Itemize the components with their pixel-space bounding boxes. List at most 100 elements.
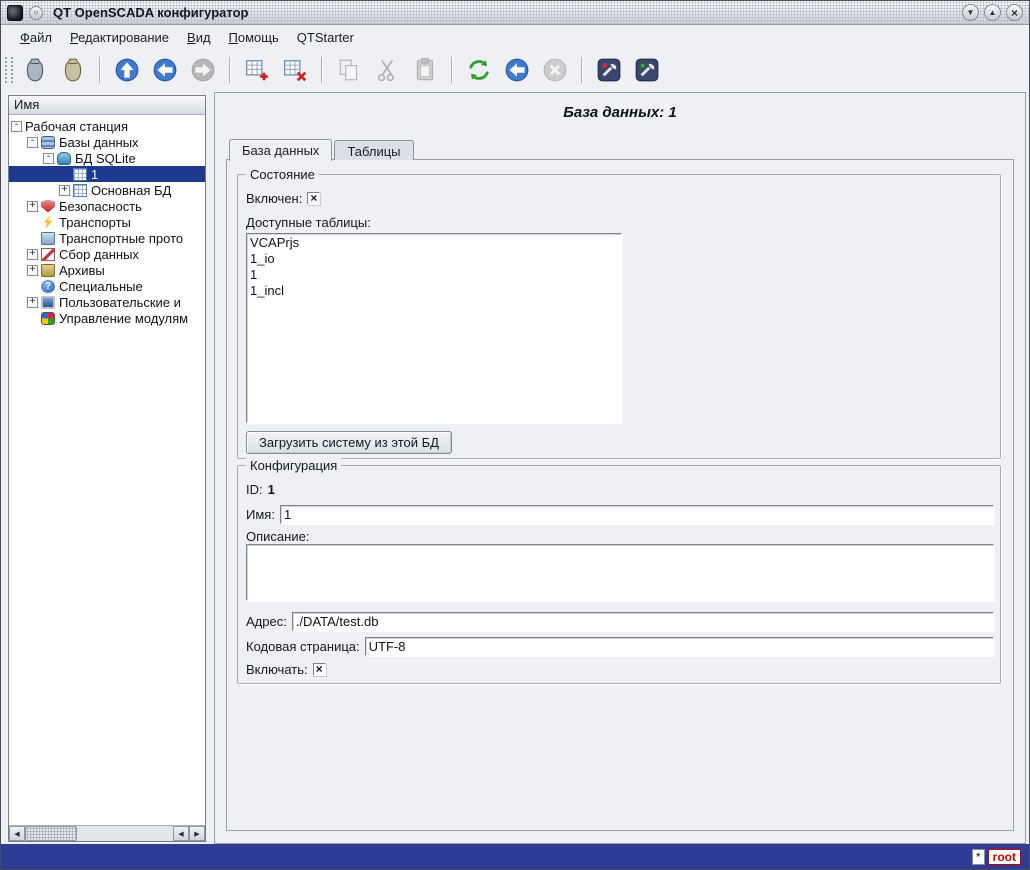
- tree-item-workstation[interactable]: Рабочая станция: [9, 118, 205, 134]
- tables-label: Доступные таблицы:: [246, 215, 371, 230]
- status-bar: * root: [1, 844, 1029, 869]
- address-input[interactable]: [292, 612, 994, 631]
- tree-item-daq[interactable]: Сбор данных: [9, 246, 205, 262]
- enable-label: Включать:: [246, 662, 308, 677]
- application-window: ○ QT OpenSCADA конфигуратор ▼ ▲ × Файл Р…: [0, 0, 1030, 870]
- horizontal-scrollbar[interactable]: ◀ ◀ ▶: [9, 825, 205, 841]
- load-from-db-icon[interactable]: [16, 52, 54, 88]
- modified-indicator: *: [972, 849, 985, 865]
- list-item[interactable]: 1_io: [247, 251, 621, 267]
- config-groupbox: Конфигурация ID: 1 Имя: Описание: Адрес:: [237, 465, 1001, 684]
- menu-help[interactable]: Помощь: [220, 27, 288, 48]
- scrollbar-thumb[interactable]: [25, 826, 77, 841]
- tree-item-transports[interactable]: Транспорты: [9, 214, 205, 230]
- forward-icon[interactable]: [184, 52, 222, 88]
- enabled-label: Включен:: [246, 191, 302, 206]
- start-updating-icon[interactable]: [498, 52, 536, 88]
- daq-icon: [41, 248, 55, 261]
- title-bar[interactable]: ○ QT OpenSCADA конфигуратор ▼ ▲ ×: [1, 1, 1029, 25]
- databases-icon: [41, 136, 55, 149]
- list-item[interactable]: 1: [247, 267, 621, 283]
- tree-item-security[interactable]: Безопасность: [9, 198, 205, 214]
- toolbar-separator: [229, 57, 231, 83]
- expander-plus-icon[interactable]: [27, 201, 38, 212]
- manual-request-icon[interactable]: [590, 52, 628, 88]
- expander-plus-icon[interactable]: [27, 265, 38, 276]
- state-group-title: Состояние: [246, 167, 319, 182]
- tree-view: Рабочая станция Базы данных БД SQLite 1: [9, 115, 205, 825]
- delete-item-icon[interactable]: [276, 52, 314, 88]
- description-label: Описание:: [246, 529, 309, 544]
- tree-item-protocols[interactable]: Транспортные прото: [9, 230, 205, 246]
- config-group-title: Конфигурация: [246, 458, 341, 473]
- tree-item-specials[interactable]: Специальные: [9, 278, 205, 294]
- tree-item-modules[interactable]: Управление модулям: [9, 310, 205, 326]
- scroll-left-icon[interactable]: ◀: [173, 826, 189, 841]
- add-item-icon[interactable]: [238, 52, 276, 88]
- load-system-button[interactable]: Загрузить систему из этой БД: [246, 431, 452, 454]
- expander-minus-icon[interactable]: [11, 121, 22, 132]
- close-icon[interactable]: ×: [1006, 4, 1023, 21]
- stop-updating-icon[interactable]: [536, 52, 574, 88]
- tree-item-user-interfaces[interactable]: Пользовательские и: [9, 294, 205, 310]
- scroll-right-icon[interactable]: ▶: [189, 826, 205, 841]
- db-table-icon: [73, 168, 87, 181]
- paste-item-icon[interactable]: [406, 52, 444, 88]
- tree-item-sqlite[interactable]: БД SQLite: [9, 150, 205, 166]
- codepage-input[interactable]: [365, 637, 994, 656]
- scrollbar-track[interactable]: [77, 826, 173, 841]
- cut-item-icon[interactable]: [368, 52, 406, 88]
- copy-item-icon[interactable]: [330, 52, 368, 88]
- refresh-icon[interactable]: [460, 52, 498, 88]
- list-item[interactable]: 1_incl: [247, 283, 621, 299]
- tab-database[interactable]: База данных: [229, 139, 332, 161]
- menu-file[interactable]: Файл: [11, 27, 61, 48]
- state-groupbox: Состояние Включен: Доступные таблицы: VC…: [237, 174, 1001, 459]
- expander-minus-icon[interactable]: [27, 137, 38, 148]
- menu-qtstarter[interactable]: QTStarter: [288, 27, 363, 48]
- description-input[interactable]: [246, 544, 994, 601]
- list-item[interactable]: VCAPrjs: [247, 235, 621, 251]
- sqlite-db-icon: [57, 152, 71, 165]
- toolbar-handle[interactable]: [5, 57, 13, 83]
- tab-content: Состояние Включен: Доступные таблицы: VC…: [226, 159, 1014, 831]
- enabled-checkbox[interactable]: [307, 192, 320, 205]
- maximize-icon[interactable]: ▲: [984, 4, 1001, 21]
- tree-item-databases[interactable]: Базы данных: [9, 134, 205, 150]
- shade-icon[interactable]: ▼: [962, 4, 979, 21]
- save-to-db-icon[interactable]: [54, 52, 92, 88]
- expander-plus-icon[interactable]: [27, 297, 38, 308]
- transports-icon: [41, 216, 55, 229]
- scroll-left-icon[interactable]: ◀: [9, 826, 25, 841]
- app-icon[interactable]: [7, 5, 23, 21]
- id-value: 1: [268, 482, 275, 497]
- toolbar-separator: [321, 57, 323, 83]
- menu-view[interactable]: Вид: [178, 27, 220, 48]
- navigation-tree-panel: Имя Рабочая станция Базы данных БД SQLit…: [8, 95, 206, 842]
- expander-plus-icon[interactable]: [27, 249, 38, 260]
- main-panel: База данных: 1 База данных Таблицы Состо…: [214, 92, 1026, 844]
- tree-header[interactable]: Имя: [9, 96, 205, 115]
- tree-item-archives[interactable]: Архивы: [9, 262, 205, 278]
- menu-edit[interactable]: Редактирование: [61, 27, 178, 48]
- pin-icon[interactable]: ○: [29, 6, 43, 20]
- name-input[interactable]: [280, 505, 994, 524]
- user-interfaces-icon: [41, 296, 55, 309]
- tables-listbox[interactable]: VCAPrjs 1_io 1 1_incl: [246, 233, 622, 423]
- enable-checkbox[interactable]: [313, 663, 326, 676]
- up-icon[interactable]: [108, 52, 146, 88]
- toolbar-separator: [99, 57, 101, 83]
- tree-item-main-db[interactable]: Основная БД: [9, 182, 205, 198]
- menu-bar: Файл Редактирование Вид Помощь QTStarter: [1, 25, 1029, 49]
- back-icon[interactable]: [146, 52, 184, 88]
- tab-tables[interactable]: Таблицы: [334, 140, 413, 160]
- address-label: Адрес:: [246, 614, 287, 629]
- expander-minus-icon[interactable]: [43, 153, 54, 164]
- specials-icon: [41, 280, 55, 293]
- tree-item-db-1[interactable]: 1: [9, 166, 205, 182]
- expander-plus-icon[interactable]: [59, 185, 70, 196]
- user-indicator[interactable]: root: [988, 849, 1021, 865]
- module-tools-icon[interactable]: [628, 52, 666, 88]
- modules-icon: [41, 312, 55, 325]
- id-label: ID:: [246, 482, 263, 497]
